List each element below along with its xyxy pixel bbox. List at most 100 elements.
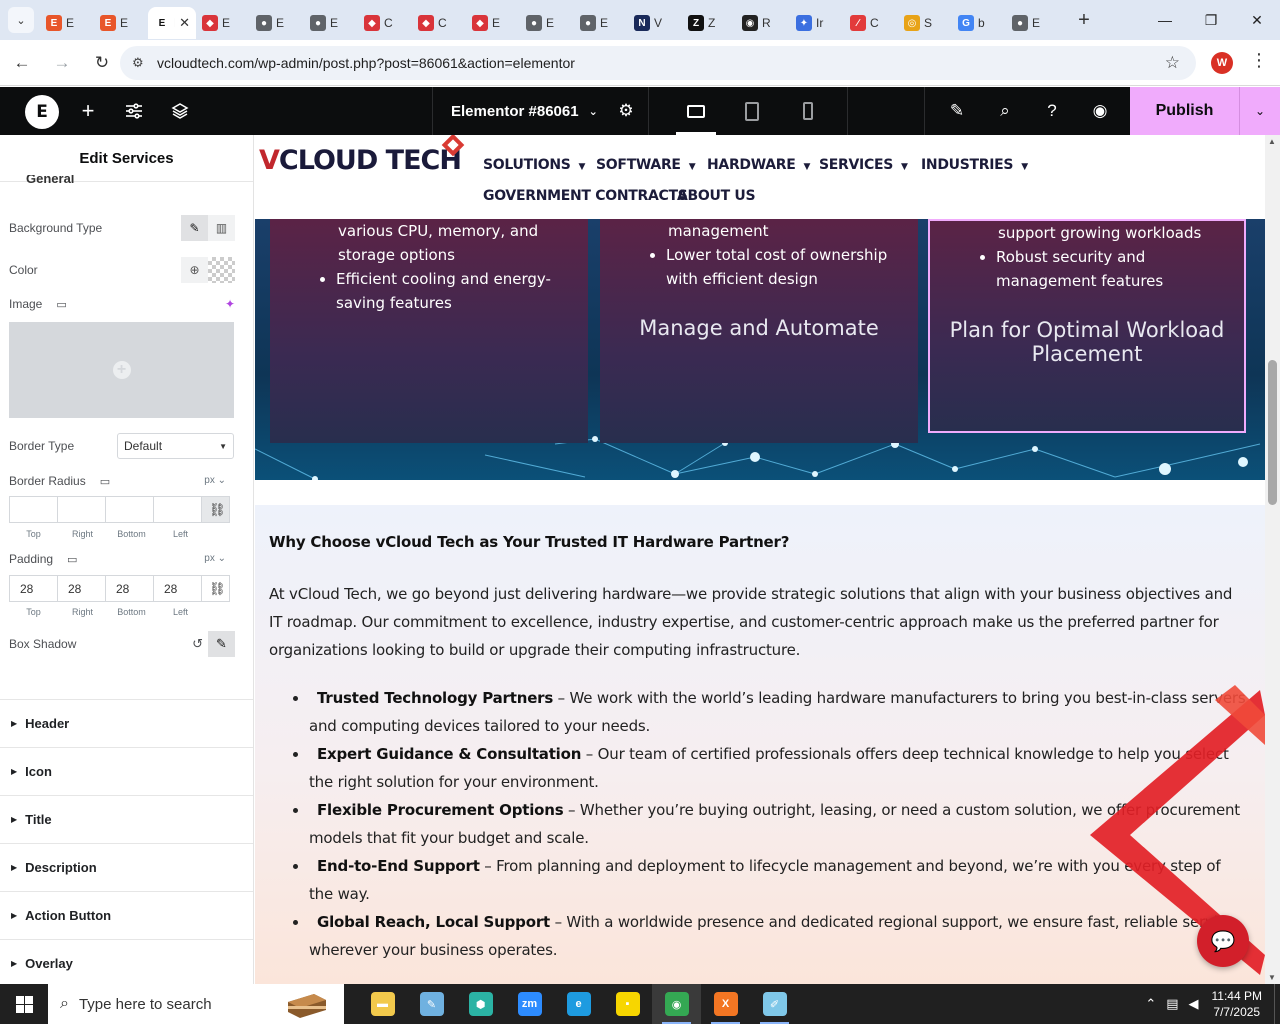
section-overlay[interactable]: ▶ Overlay	[0, 939, 253, 984]
responsive-desktop-icon[interactable]: ▭	[56, 298, 66, 311]
desktop-icon[interactable]	[674, 87, 718, 135]
browser-tab[interactable]: ● E	[574, 7, 628, 39]
browser-tab[interactable]: EE	[94, 7, 148, 39]
browser-tab[interactable]: ◉ R	[736, 7, 790, 39]
global-color-icon[interactable]: ⊕	[181, 257, 208, 283]
help-icon[interactable]: ?	[1032, 87, 1072, 135]
section-header[interactable]: ▶ Header	[0, 699, 253, 747]
edit-pencil-icon[interactable]: ✎	[208, 631, 235, 657]
browser-tab[interactable]: ◆ C	[412, 7, 466, 39]
browser-tab[interactable]: ● E	[1006, 7, 1060, 39]
taskbar-clock[interactable]: 11:44 PM 7/7/2025	[1212, 988, 1262, 1020]
publish-button[interactable]: Publish	[1130, 87, 1239, 135]
scroll-down-icon[interactable]: ▼	[1268, 973, 1276, 982]
start-button[interactable]	[0, 984, 48, 1024]
browser-tab[interactable]: ◆ E	[466, 7, 520, 39]
browser-tab[interactable]: ● E	[520, 7, 574, 39]
settings-sliders-icon[interactable]	[114, 87, 154, 135]
section-action-button[interactable]: ▶ Action Button	[0, 891, 253, 939]
taskbar-app[interactable]: ⬢	[456, 984, 505, 1024]
padding-bottom-input[interactable]: 28	[105, 575, 154, 602]
responsive-desktop-icon[interactable]: ▭	[67, 553, 77, 566]
gear-icon[interactable]: ⚙	[606, 87, 646, 135]
browser-tab[interactable]: ● E	[304, 7, 358, 39]
browser-tab-active[interactable]: EE ✕	[148, 7, 196, 39]
omnibox[interactable]: ⚙ vcloudtech.com/wp-admin/post.php?post=…	[120, 46, 1196, 80]
padding-right-input[interactable]: 28	[57, 575, 106, 602]
ai-sparkle-icon[interactable]: ✦	[225, 297, 235, 311]
border-radius-bottom-input[interactable]	[105, 496, 154, 523]
border-radius-left-input[interactable]	[153, 496, 202, 523]
forward-button[interactable]: →	[44, 45, 80, 81]
browser-tab[interactable]: ✦ Ir	[790, 7, 844, 39]
taskbar-search-box[interactable]: ⌕ Type here to search	[48, 984, 344, 1024]
browser-tab[interactable]: ZZ	[682, 7, 736, 39]
taskbar-app[interactable]: ▪	[603, 984, 652, 1024]
browser-tab[interactable]: ∕ C	[844, 7, 898, 39]
menu-services[interactable]: SERVICES ▼	[819, 157, 908, 173]
mobile-icon[interactable]	[786, 87, 830, 135]
minimize-button[interactable]: —	[1142, 0, 1188, 40]
site-info-icon[interactable]: ⚙	[132, 55, 154, 71]
notes-icon[interactable]: ✎	[937, 87, 977, 135]
gradient-icon[interactable]: ▥	[208, 215, 235, 241]
menu-hardware[interactable]: HARDWARE ▼	[707, 157, 810, 173]
chat-widget-button[interactable]: 💬	[1197, 915, 1249, 967]
url-text[interactable]: vcloudtech.com/wp-admin/post.php?post=86…	[157, 55, 575, 71]
scrollbar-thumb[interactable]	[1268, 360, 1277, 505]
border-radius-unit[interactable]: px ⌄	[204, 475, 226, 486]
browser-tab[interactable]: Gb	[952, 7, 1006, 39]
image-upload-area[interactable]: +	[9, 322, 234, 418]
search-icon[interactable]: ⌕	[985, 87, 1025, 135]
tab-close-icon[interactable]: ✕	[179, 15, 190, 31]
show-desktop-button[interactable]	[1274, 984, 1280, 1024]
menu-solutions[interactable]: SOLUTIONS ▼	[483, 157, 585, 173]
border-type-select[interactable]: Default ▼	[117, 433, 234, 459]
profile-avatar[interactable]: W	[1211, 52, 1233, 74]
browser-tab[interactable]: ◆ E	[196, 7, 250, 39]
color-swatch-transparent[interactable]	[208, 257, 235, 283]
classic-brush-icon[interactable]: ✎	[181, 215, 208, 241]
taskbar-app[interactable]: ▬	[358, 984, 407, 1024]
padding-left-input[interactable]: 28	[153, 575, 202, 602]
tab-search-button[interactable]: ⌄	[8, 7, 34, 33]
general-section-header[interactable]: General	[26, 175, 74, 187]
responsive-desktop-icon[interactable]: ▭	[100, 475, 110, 488]
close-window-button[interactable]: ✕	[1234, 0, 1280, 40]
preview-eye-icon[interactable]: ◉	[1080, 87, 1120, 135]
padding-unit[interactable]: px ⌄	[204, 553, 226, 564]
publish-options-chevron-icon[interactable]: ⌄	[1239, 87, 1280, 135]
menu-about-us[interactable]: ABOUT US	[677, 188, 756, 204]
menu-industries[interactable]: INDUSTRIES ▼	[921, 157, 1028, 173]
elementor-logo-button[interactable]: E	[25, 95, 59, 129]
section-description[interactable]: ▶ Description	[0, 843, 253, 891]
border-radius-top-input[interactable]	[9, 496, 58, 523]
link-values-icon[interactable]: ⛓	[201, 496, 230, 523]
taskbar-app[interactable]: ✐	[750, 984, 799, 1024]
border-radius-right-input[interactable]	[57, 496, 106, 523]
new-tab-button[interactable]: +	[1070, 6, 1098, 34]
menu-government-contracts[interactable]: GOVERNMENT CONTRACTS	[483, 188, 688, 204]
section-icon[interactable]: ▶ Icon	[0, 747, 253, 795]
maximize-button[interactable]: ❐	[1188, 0, 1234, 40]
menu-software[interactable]: SOFTWARE ▼	[596, 157, 696, 173]
browser-tab[interactable]: ◆ C	[358, 7, 412, 39]
tablet-icon[interactable]	[730, 87, 774, 135]
taskbar-app[interactable]: X	[701, 984, 750, 1024]
scroll-up-icon[interactable]: ▲	[1268, 137, 1276, 146]
link-values-icon[interactable]: ⛓	[201, 575, 230, 602]
browser-tab[interactable]: NV	[628, 7, 682, 39]
browser-tab[interactable]: EE	[40, 7, 94, 39]
taskbar-app[interactable]: ✎	[407, 984, 456, 1024]
preview-scrollbar[interactable]: ▲ ▼	[1265, 135, 1280, 984]
chevron-up-icon[interactable]: ⌃	[1145, 996, 1156, 1012]
taskbar-app[interactable]: e	[554, 984, 603, 1024]
reload-button[interactable]: ↻	[84, 45, 120, 81]
taskbar-app[interactable]: zm	[505, 984, 554, 1024]
service-card-workload-placement-selected[interactable]: support growing workloads Robust securit…	[928, 219, 1246, 433]
padding-top-input[interactable]: 28	[9, 575, 58, 602]
layers-icon[interactable]	[160, 87, 200, 135]
add-icon[interactable]: +	[68, 87, 108, 135]
section-title[interactable]: ▶ Title	[0, 795, 253, 843]
browser-menu-icon[interactable]: ⋮	[1250, 50, 1268, 71]
